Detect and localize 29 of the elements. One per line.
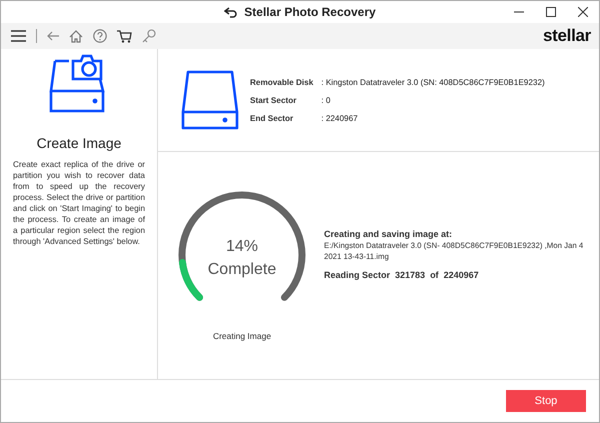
info-value: : Kingston Datatraveler 3.0 (SN: 408D5C86C7F9E0B1E9232) bbox=[321, 78, 545, 86]
info-value: : 0 bbox=[321, 96, 332, 104]
maximize-icon[interactable] bbox=[546, 7, 556, 17]
stop-button[interactable]: Stop bbox=[506, 390, 586, 412]
reading-of: of bbox=[430, 270, 439, 280]
drive-icon bbox=[180, 70, 240, 130]
help-icon[interactable] bbox=[93, 29, 107, 43]
info-value: : 2240967 bbox=[321, 114, 359, 122]
sidebar-description: Create exact replica of the drive or partition you wish to recover data from to speed up the recovery process. Select the drive or partition and click on 'Start Imaging' to begin the process. To create an image of a particular region select the region through 'Advanced Settings' below. bbox=[13, 159, 145, 247]
back-arrow-icon bbox=[224, 6, 238, 18]
home-icon[interactable] bbox=[69, 30, 83, 42]
menu-icon[interactable] bbox=[11, 30, 26, 42]
back-icon[interactable] bbox=[47, 31, 59, 41]
info-label: Removable Disk bbox=[250, 78, 314, 86]
brand-logo: stellar bbox=[543, 26, 591, 46]
cart-icon[interactable] bbox=[117, 30, 132, 42]
info-label: End Sector bbox=[250, 114, 294, 122]
progress-status: Complete bbox=[208, 260, 276, 280]
reading-value: 321783 bbox=[395, 270, 426, 280]
progress-caption: Creating Image bbox=[212, 330, 272, 340]
sidebar-title: Create Image bbox=[36, 135, 122, 151]
key-icon[interactable] bbox=[142, 29, 156, 43]
reading-label: Reading Sector bbox=[324, 270, 390, 280]
close-icon[interactable] bbox=[578, 7, 588, 17]
progress-percent: 14% bbox=[226, 236, 258, 256]
window-title: Stellar Photo Recovery bbox=[244, 5, 376, 19]
reading-total: 2240967 bbox=[444, 270, 479, 280]
info-label: Start Sector bbox=[250, 96, 298, 104]
save-heading: Creating and saving image at: bbox=[324, 229, 454, 239]
